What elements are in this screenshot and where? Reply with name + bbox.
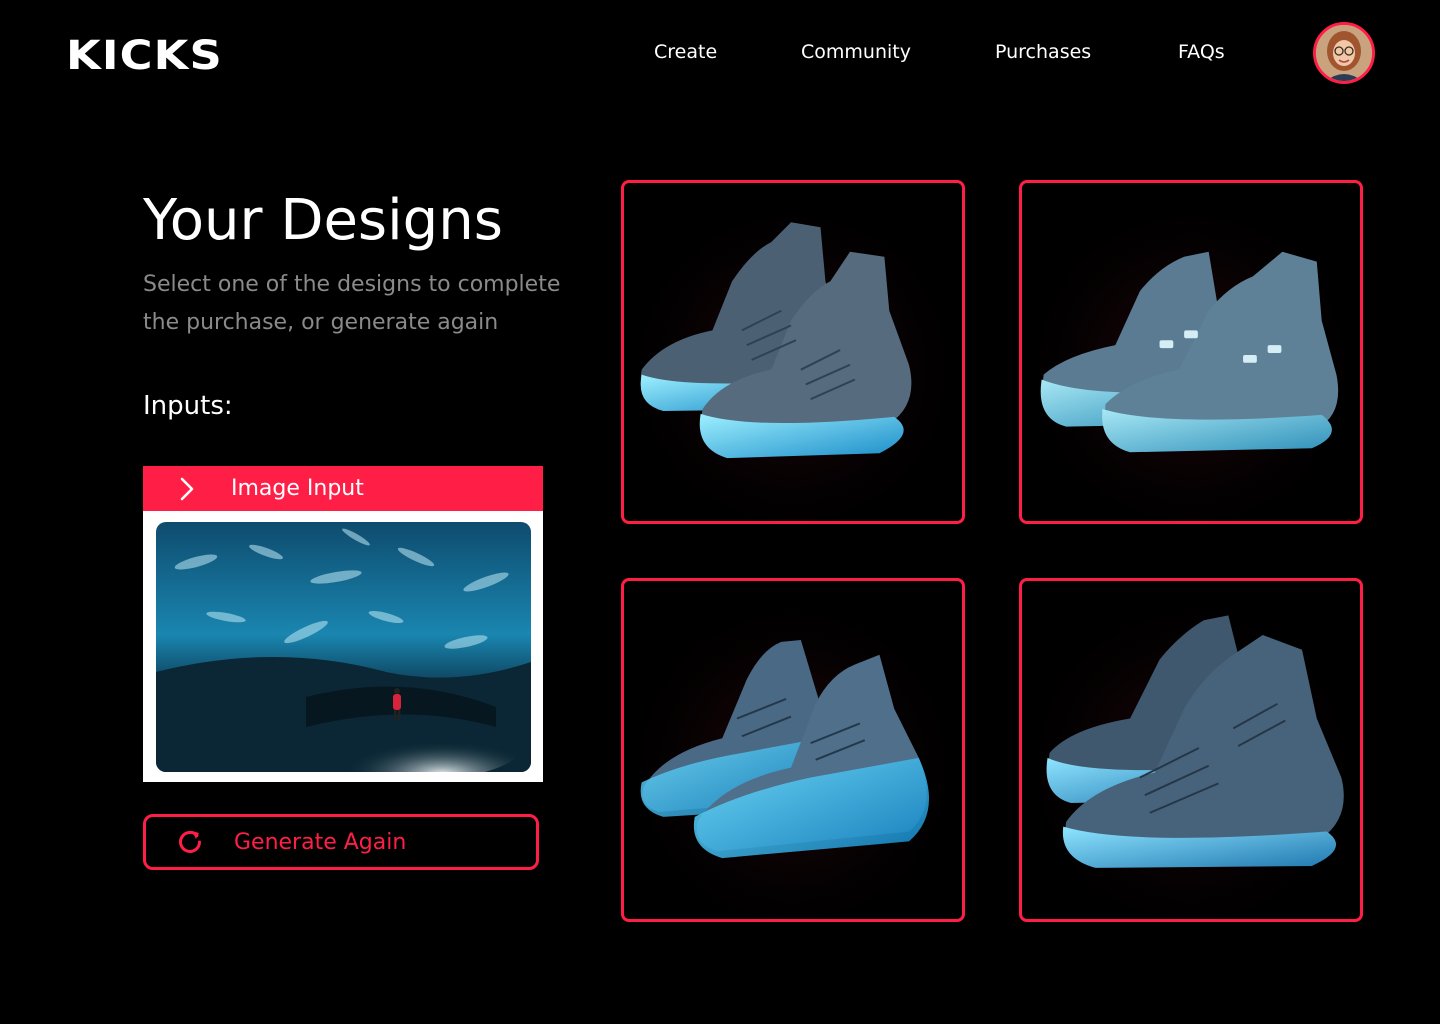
design-card-2[interactable]: [1019, 180, 1363, 524]
image-input-label: Image Input: [231, 476, 364, 501]
image-input-header[interactable]: Image Input: [143, 466, 543, 511]
kicks-logo[interactable]: KICKS: [66, 36, 223, 76]
sneaker-design-4-image: [1022, 581, 1360, 919]
nav-create[interactable]: Create: [654, 38, 717, 66]
nav-community[interactable]: Community: [801, 38, 911, 66]
sneaker-design-1-image: [624, 183, 962, 521]
refresh-icon: [146, 828, 234, 856]
user-avatar[interactable]: [1313, 22, 1375, 84]
nav-faqs[interactable]: FAQs: [1178, 38, 1225, 66]
image-input-card: Image Input: [143, 466, 543, 782]
nav-purchases[interactable]: Purchases: [995, 38, 1091, 66]
ice-cave-image: [156, 522, 531, 772]
generate-again-label: Generate Again: [234, 829, 407, 855]
inputs-label: Inputs:: [143, 391, 233, 421]
design-card-3[interactable]: [621, 578, 965, 922]
chevron-right-icon: [143, 477, 231, 501]
generate-again-button[interactable]: Generate Again: [143, 814, 539, 870]
page-title: Your Designs: [143, 188, 503, 253]
sneaker-design-2-image: [1022, 183, 1360, 521]
avatar-portrait: [1316, 25, 1372, 81]
design-card-4[interactable]: [1019, 578, 1363, 922]
design-card-1[interactable]: [621, 180, 965, 524]
sneaker-design-3-image: [624, 581, 962, 919]
page-subtitle: Select one of the designs to complete th…: [143, 272, 561, 335]
